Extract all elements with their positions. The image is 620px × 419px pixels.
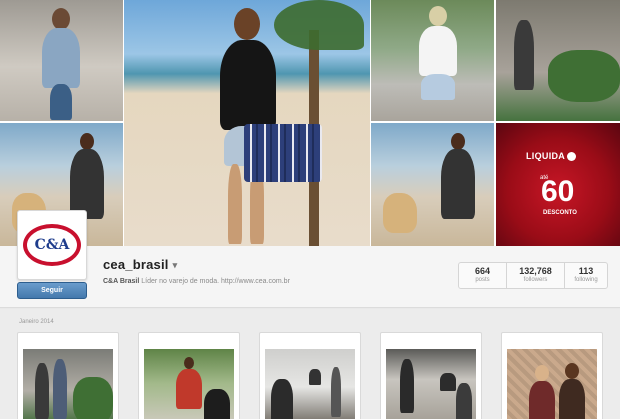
cover-photo-1[interactable] [0,0,123,121]
feed-photo-1[interactable] [17,332,119,419]
profile-header: C&A Seguir cea_brasil ▾ C&A Brasil Líder … [0,210,620,308]
promo-desconto-text: DESCONTO [543,210,577,216]
stat-following-label: following [574,277,598,283]
bio-name: C&A Brasil [103,278,140,285]
logo-text: C&A [34,237,70,253]
photo-feed: Janeiro 2014 [0,309,620,419]
brand-logo: C&A [23,224,81,266]
cover-photo-6[interactable] [371,123,494,246]
cover-photo-mosaic: LIQUIDA até 60 DESCONTO [0,0,620,246]
username[interactable]: cea_brasil ▾ [103,257,177,272]
cover-promo-banner[interactable]: LIQUIDA até 60 DESCONTO [496,123,620,246]
avatar[interactable]: C&A [17,210,87,280]
cover-photo-4[interactable] [371,0,494,121]
feed-photo-4[interactable] [380,332,482,419]
cover-photo-5[interactable] [496,0,620,121]
stat-posts[interactable]: 664 posts [459,263,507,288]
month-label: Janeiro 2014 [19,319,54,325]
feed-photo-5[interactable] [501,332,603,419]
stat-following-value: 113 [578,266,594,276]
stat-followers-label: followers [523,277,548,283]
stat-following[interactable]: 113 following [565,263,607,288]
stat-followers-value: 132,768 [519,266,552,276]
promo-liquida-text: LIQUIDA [526,151,577,162]
feed-photo-3[interactable] [259,332,361,419]
feed-photo-2[interactable] [138,332,240,419]
stat-followers[interactable]: 132,768 followers [507,263,565,288]
stat-posts-value: 664 [474,266,491,276]
promo-percent: 60 [541,175,575,208]
stat-posts-label: posts [475,277,490,283]
username-text: cea_brasil [103,257,169,272]
chevron-down-icon[interactable]: ▾ [173,260,178,271]
profile-bio: C&A Brasil Líder no varejo de moda. http… [103,278,290,285]
cover-photo-3[interactable] [124,0,370,246]
follow-button[interactable]: Seguir [17,282,87,299]
bio-text[interactable]: Líder no varejo de moda. http://www.cea.… [141,278,290,285]
instagram-profile-page: LIQUIDA até 60 DESCONTO C&A Seguir cea_b… [0,0,620,419]
profile-stats: 664 posts 132,768 followers 113 followin… [458,262,608,289]
